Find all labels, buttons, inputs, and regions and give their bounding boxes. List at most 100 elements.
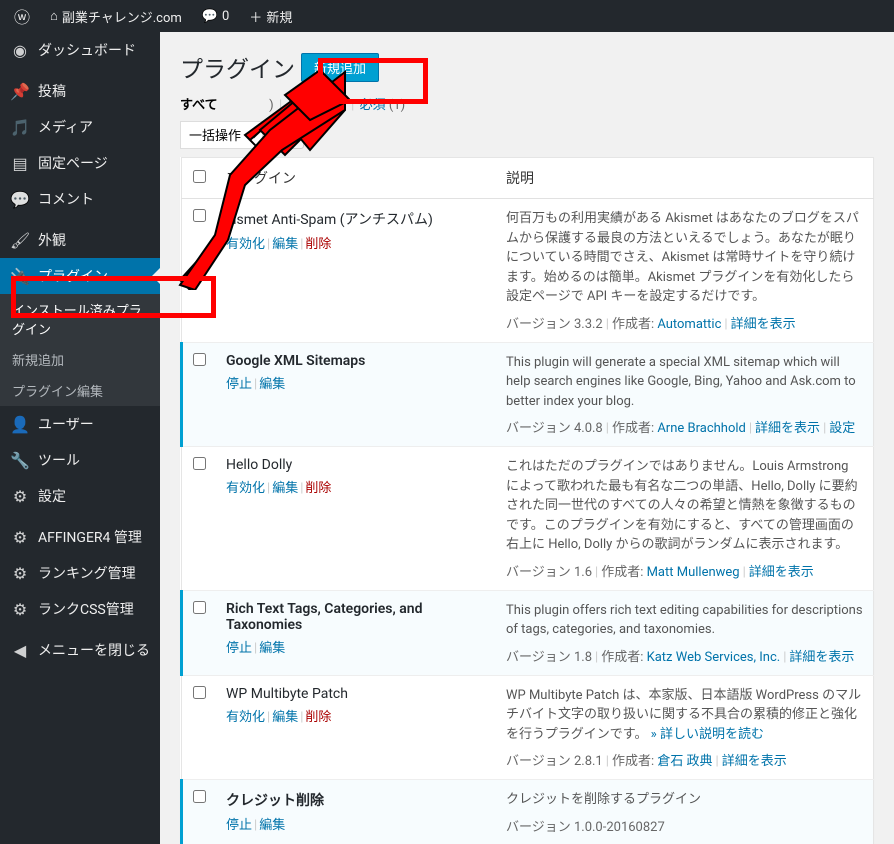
plugin-checkbox[interactable]	[193, 457, 206, 470]
submenu-addnew[interactable]: 新規追加	[0, 344, 160, 375]
new-content-link[interactable]: ＋ 新規	[243, 7, 298, 26]
dashboard-icon: ◉	[10, 41, 30, 60]
menu-affinger[interactable]: ⚙AFFINGER4 管理	[0, 519, 160, 555]
admin-bar: ⓦ ⌂ 副業チャレンジ.com 💬 0 ＋ 新規	[0, 0, 894, 32]
settings-link[interactable]: 設定	[829, 421, 855, 436]
edit-link[interactable]: 編集	[259, 641, 285, 656]
menu-comments[interactable]: 💬コメント	[0, 181, 160, 217]
details-link[interactable]: 詳細を表示	[789, 650, 854, 665]
menu-settings[interactable]: ⚙設定	[0, 478, 160, 514]
gear-icon: ⚙	[10, 564, 30, 583]
plugin-row: クレジット削除停止|編集クレジットを削除するプラグインバージョン 1.0.0-2…	[182, 780, 874, 844]
collapse-icon: ◀	[10, 641, 30, 660]
version-label: バージョン 2.8.1	[506, 754, 603, 769]
delete-link[interactable]: 削除	[305, 237, 331, 252]
plugin-meta: バージョン 4.0.8|作成者: Arne Brachhold|詳細を表示|設定	[506, 417, 863, 436]
details-link[interactable]: 詳細を表示	[722, 754, 787, 769]
menu-appearance[interactable]: 🖌外観	[0, 222, 160, 258]
plugins-submenu: インストール済みプラグイン 新規追加 プラグイン編集	[0, 294, 160, 406]
author-link[interactable]: Arne Brachhold	[657, 421, 746, 436]
deactivate-link[interactable]: 停止	[226, 377, 252, 392]
site-link[interactable]: ⌂ 副業チャレンジ.com	[44, 7, 188, 26]
gear-icon: ⚙	[10, 600, 30, 619]
deactivate-link[interactable]: 停止	[226, 641, 252, 656]
author-link[interactable]: Katz Web Services, Inc.	[647, 650, 781, 665]
delete-link[interactable]: 削除	[305, 710, 331, 725]
edit-link[interactable]: 編集	[259, 818, 285, 833]
version-label: バージョン 1.0.0-20160827	[506, 820, 665, 835]
plugin-checkbox[interactable]	[193, 601, 206, 614]
deactivate-link[interactable]: 停止	[226, 818, 252, 833]
plugin-actions: 停止|編集	[226, 637, 486, 656]
plugin-name: Google XML Sitemaps	[226, 353, 486, 369]
comment-icon: 💬	[10, 190, 30, 209]
plugin-checkbox[interactable]	[193, 353, 206, 366]
author-label: 作成者:	[612, 317, 657, 332]
author-link[interactable]: Matt Mullenweg	[647, 565, 740, 580]
plugin-actions: 有効化|編集|削除	[226, 233, 486, 252]
plugin-name: Rich Text Tags, Categories, and Taxonomi…	[226, 601, 486, 633]
filter-inactive[interactable]: 停止中	[287, 98, 326, 113]
menu-media[interactable]: 🎵メディア	[0, 109, 160, 145]
home-icon: ⌂	[50, 8, 58, 24]
author-label: 作成者:	[601, 650, 646, 665]
plugin-description: WP Multibyte Patch は、本家版、日本語版 WordPress …	[506, 686, 863, 745]
readmore-link[interactable]: » 詳しい説明を読む	[647, 727, 764, 742]
plugin-checkbox[interactable]	[193, 790, 206, 803]
delete-link[interactable]: 削除	[305, 481, 331, 496]
edit-link[interactable]: 編集	[272, 710, 298, 725]
tablenav-top: 一括操作 用	[180, 121, 874, 149]
details-link[interactable]: 詳細を表示	[749, 565, 814, 580]
plugin-actions: 停止|編集	[226, 373, 486, 392]
menu-ranking[interactable]: ⚙ランキング管理	[0, 555, 160, 591]
filter-mustuse[interactable]: 必須	[360, 98, 386, 113]
plugin-name: WP Multibyte Patch	[226, 686, 486, 702]
wp-logo-icon[interactable]: ⓦ	[8, 4, 36, 28]
menu-collapse[interactable]: ◀メニューを閉じる	[0, 632, 160, 668]
page-icon: ▤	[10, 154, 30, 173]
main-content: プラグイン 新規追加 すべて ) | 停止中 (3) | 必須 (1) 一括操作…	[160, 32, 894, 844]
plugin-meta: バージョン 1.0.0-20160827	[506, 816, 863, 835]
details-link[interactable]: 詳細を表示	[755, 421, 820, 436]
edit-link[interactable]: 編集	[272, 237, 298, 252]
details-link[interactable]: 詳細を表示	[731, 317, 796, 332]
wrench-icon: 🔧	[10, 451, 30, 470]
menu-tools[interactable]: 🔧ツール	[0, 442, 160, 478]
author-link[interactable]: 倉石 政典	[657, 754, 712, 769]
plugin-row: WP Multibyte Patch 有効化|編集|削除 WP Multibyte …	[182, 675, 874, 780]
menu-pages[interactable]: ▤固定ページ	[0, 145, 160, 181]
activate-link[interactable]: 有効化	[226, 481, 265, 496]
author-link[interactable]: Automattic	[657, 317, 721, 332]
menu-plugins[interactable]: 🔌プラグイン	[0, 258, 160, 294]
page-title: プラグイン	[180, 50, 295, 84]
submenu-installed[interactable]: インストール済みプラグイン	[0, 294, 160, 344]
edit-link[interactable]: 編集	[272, 481, 298, 496]
media-icon: 🎵	[10, 118, 30, 137]
bulk-select-top[interactable]: 一括操作	[180, 121, 263, 149]
menu-posts[interactable]: 📌投稿	[0, 73, 160, 109]
activate-link[interactable]: 有効化	[226, 710, 265, 725]
menu-users[interactable]: 👤ユーザー	[0, 406, 160, 442]
plugin-actions: 停止|編集	[226, 814, 486, 833]
activate-link[interactable]: 有効化	[226, 237, 265, 252]
bulk-apply-suffix[interactable]: 用	[269, 121, 304, 149]
menu-dashboard[interactable]: ◉ダッシュボード	[0, 32, 160, 68]
plugin-actions: 有効化|編集|削除	[226, 477, 486, 496]
plugin-checkbox[interactable]	[193, 686, 206, 699]
filter-all[interactable]: すべて	[180, 98, 218, 113]
menu-rankcss[interactable]: ⚙ランクCSS管理	[0, 591, 160, 627]
add-new-button[interactable]: 新規追加	[301, 53, 379, 82]
edit-link[interactable]: 編集	[259, 377, 285, 392]
plugin-row: Rich Text Tags, Categories, and Taxonomi…	[182, 590, 874, 675]
comments-link[interactable]: 💬 0	[196, 9, 236, 24]
comments-count: 0	[222, 9, 229, 24]
plugin-actions: 有効化|編集|削除	[226, 706, 486, 725]
pin-icon: 📌	[10, 82, 30, 101]
new-label: 新規	[266, 7, 292, 26]
plugin-name: クレジット削除	[226, 790, 486, 810]
plugin-description: This plugin will generate a special XML …	[506, 353, 863, 412]
submenu-editor[interactable]: プラグイン編集	[0, 375, 160, 406]
gear-icon: ⚙	[10, 528, 30, 547]
select-all-top[interactable]	[193, 170, 206, 183]
plugin-checkbox[interactable]	[193, 209, 206, 222]
